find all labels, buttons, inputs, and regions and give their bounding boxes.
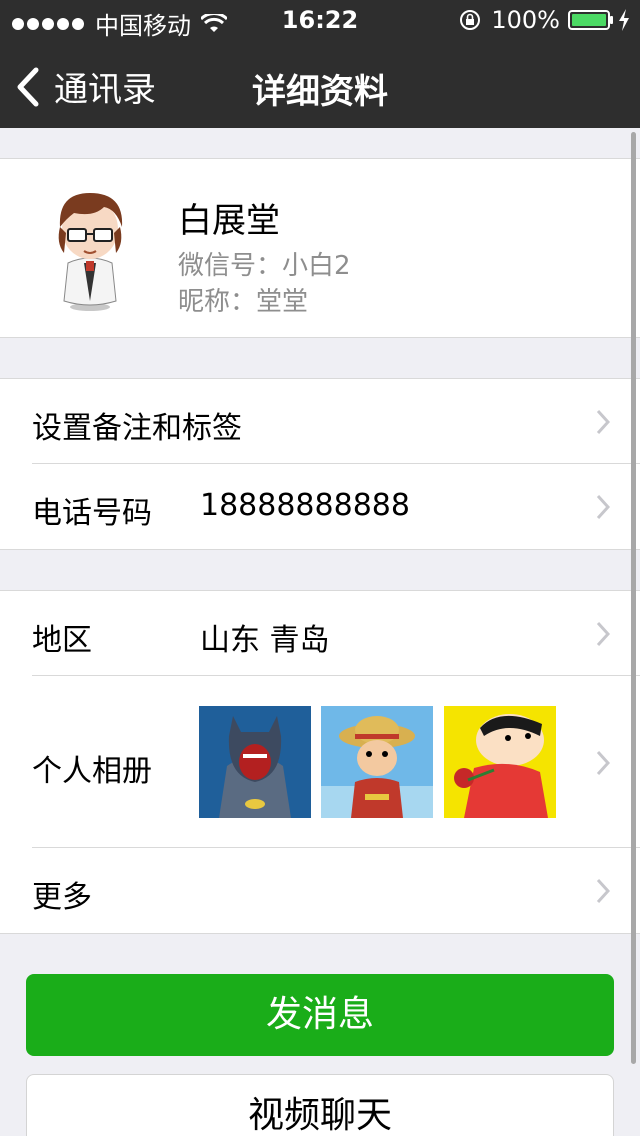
luffy-cartoon-thumbnail[interactable] bbox=[321, 706, 433, 818]
contact-detail-screen: 中国移动 16:22 100% 通讯录 详细资料 白展堂 微信号：小白2 昵称：… bbox=[0, 0, 640, 1136]
region-row[interactable]: 地区 山东 青岛 bbox=[0, 591, 640, 676]
send-message-button[interactable]: 发消息 bbox=[26, 974, 614, 1056]
phone-row[interactable]: 电话号码 18888888888 bbox=[0, 464, 640, 549]
chevron-right-icon bbox=[596, 878, 610, 904]
remark-tags-row[interactable]: 设置备注和标签 bbox=[0, 379, 640, 464]
status-right: 100% bbox=[459, 6, 630, 34]
profile-name: 白展堂 bbox=[178, 201, 280, 241]
nickname: 昵称：堂堂 bbox=[178, 287, 309, 317]
photo-album-row[interactable]: 个人相册 bbox=[0, 676, 640, 848]
avatar[interactable] bbox=[44, 183, 136, 313]
charging-icon bbox=[619, 9, 629, 31]
video-chat-button[interactable]: 视频聊天 bbox=[26, 1074, 614, 1136]
shinchan-cartoon-thumbnail[interactable] bbox=[444, 706, 556, 818]
scroll-indicator bbox=[631, 132, 636, 1064]
photo-album-label: 个人相册 bbox=[32, 754, 152, 789]
wechat-id: 微信号：小白2 bbox=[178, 251, 351, 281]
contact-info-group: 设置备注和标签 电话号码 18888888888 bbox=[0, 378, 640, 550]
profile-card[interactable]: 白展堂 微信号：小白2 昵称：堂堂 bbox=[0, 158, 640, 338]
remark-tags-label: 设置备注和标签 bbox=[32, 411, 242, 446]
rotation-lock-icon bbox=[460, 10, 481, 30]
region-value: 山东 青岛 bbox=[200, 623, 330, 658]
more-label: 更多 bbox=[32, 880, 92, 915]
more-row[interactable]: 更多 bbox=[0, 848, 640, 933]
batman-cartoon-thumbnail[interactable] bbox=[199, 706, 311, 818]
chevron-right-icon bbox=[596, 409, 610, 435]
phone-label: 电话号码 bbox=[32, 496, 152, 531]
chevron-right-icon bbox=[596, 494, 610, 520]
chevron-right-icon bbox=[596, 750, 610, 776]
battery-icon bbox=[568, 10, 613, 30]
profile-details-group: 地区 山东 青岛 个人相册 更多 bbox=[0, 590, 640, 934]
status-bar: 中国移动 16:22 100% bbox=[0, 0, 640, 40]
navigation-bar: 通讯录 详细资料 bbox=[0, 40, 640, 128]
battery-percent: 100% bbox=[491, 6, 560, 34]
phone-number[interactable]: 18888888888 bbox=[200, 488, 410, 523]
region-label: 地区 bbox=[32, 623, 92, 658]
page-title: 详细资料 bbox=[252, 72, 388, 112]
chevron-right-icon bbox=[596, 621, 610, 647]
